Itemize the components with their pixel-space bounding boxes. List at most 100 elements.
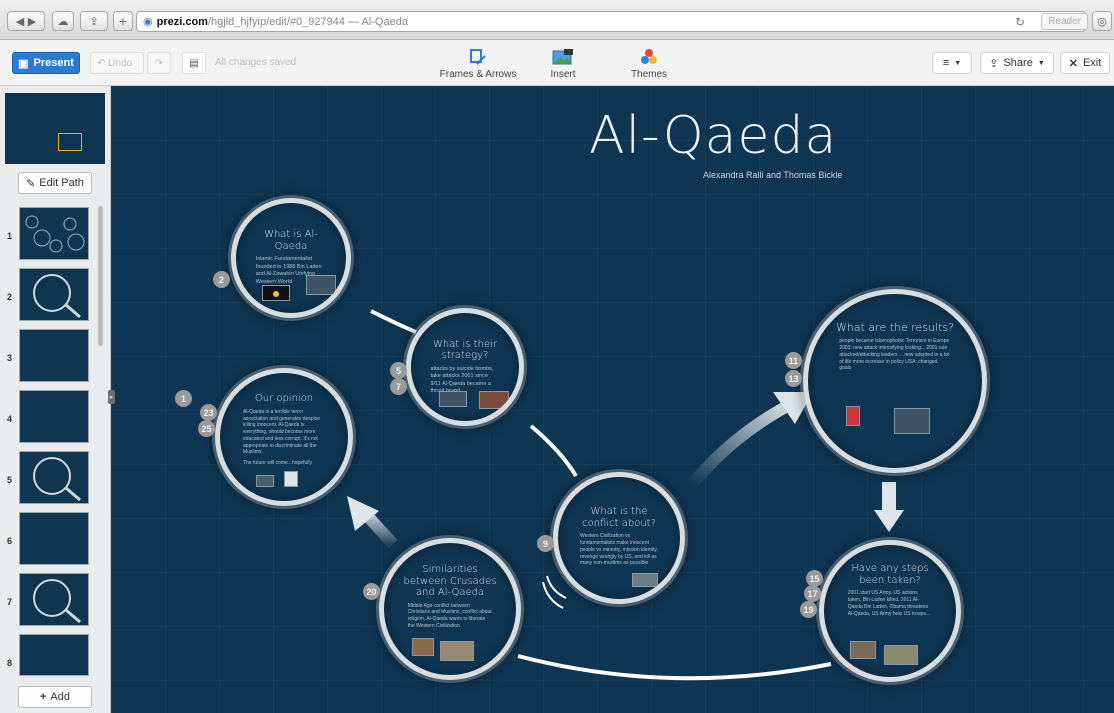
reader-button[interactable]: Reader — [1041, 13, 1088, 30]
frame-our-opinion[interactable]: Our opinion Al-Qaeda is a terrible terro… — [215, 368, 353, 506]
overview-thumbnail[interactable] — [5, 93, 105, 164]
slide-thumbnail[interactable] — [19, 329, 89, 382]
slide-preview-graphic — [33, 274, 81, 319]
slide-number: 4 — [7, 414, 13, 424]
slide-thumbnail[interactable] — [19, 207, 89, 260]
path-step-badge[interactable]: 19 — [800, 601, 817, 618]
slide-thumbnail[interactable] — [19, 512, 89, 565]
share-button[interactable]: ⇪ Share ▼ — [980, 52, 1054, 74]
prezi-canvas[interactable]: Al-Qaeda Alexandra Ralli and Thomas Bick… — [111, 86, 1114, 713]
slide-number: 6 — [7, 536, 13, 546]
slide-number: 7 — [7, 597, 13, 607]
path-step-badge[interactable]: 5 — [390, 362, 407, 379]
downloads-icon[interactable]: ◎ — [1092, 11, 1112, 31]
present-icon: ▣ — [18, 57, 29, 70]
frame-image — [439, 391, 467, 407]
themes-tool[interactable]: Themes — [604, 47, 694, 80]
frame-similarities[interactable]: Similarities between Crusades and Al-Qae… — [379, 538, 521, 680]
present-button[interactable]: ▣ Present — [12, 52, 80, 74]
frame-image — [284, 471, 298, 487]
frame-body: Western Civilization vs fundamentalists … — [579, 533, 658, 567]
collapse-sidebar-handle[interactable]: ▸ — [108, 390, 115, 404]
frame-image — [440, 641, 474, 661]
frame-strategy[interactable]: What is their strategy? attacks by suici… — [406, 308, 524, 426]
path-step-badge[interactable]: 9 — [537, 535, 554, 552]
exit-button[interactable]: ✕ Exit — [1060, 52, 1110, 74]
frame-image — [884, 645, 918, 665]
frame-title: What is the conflict about? — [582, 506, 656, 529]
slide-number: 2 — [7, 292, 13, 302]
undo-button[interactable]: ↶ Undo — [90, 52, 144, 74]
frame-results[interactable]: What are the results? people became Isla… — [803, 289, 987, 473]
redo-button[interactable]: ↷ — [147, 52, 171, 74]
url-bar[interactable]: ◉ prezi.com /hgjld_hjfyip/edit/#0_927944… — [136, 11, 1086, 32]
sidebar-scrollbar[interactable] — [98, 206, 103, 346]
path-step-badge[interactable]: 25 — [198, 420, 215, 437]
frame-image — [306, 275, 336, 295]
path-step-badge[interactable]: 7 — [390, 378, 407, 395]
frames-arrows-tool[interactable]: Frames & Arrows — [433, 47, 523, 80]
slide-thumbnail[interactable] — [19, 390, 89, 443]
globe-icon: ◉ — [143, 16, 153, 28]
insert-tool[interactable]: Insert — [518, 47, 608, 80]
present-label: Present — [33, 57, 74, 69]
add-slide-button[interactable]: + Add — [18, 686, 92, 708]
share-label: Share — [1003, 57, 1033, 69]
edit-path-button[interactable]: ✎ Edit Path — [18, 172, 92, 194]
slide-thumbnail[interactable] — [19, 451, 89, 504]
path-step-badge[interactable]: 1 — [175, 390, 192, 407]
slide-thumbnail[interactable] — [19, 573, 89, 626]
image-highlight — [273, 291, 279, 297]
frame-image — [412, 638, 434, 656]
frame-body: people became Islamophobic Terrorism in … — [839, 338, 950, 372]
undo-icon: ↶ — [97, 57, 106, 69]
back-forward-buttons[interactable]: ◀ ▶ — [7, 11, 45, 31]
slide-preview-graphic — [33, 579, 81, 624]
frame-steps-taken[interactable]: Have any steps been taken? 2001 start US… — [819, 540, 961, 682]
hamburger-icon: ≡ — [942, 57, 950, 69]
browser-toolbar: ◀ ▶ ☁ ⇪ + ◉ prezi.com /hgjld_hjfyip/edit… — [0, 0, 1114, 40]
frame-title: Our opinion — [254, 393, 314, 405]
insert-label: Insert — [550, 69, 576, 80]
path-step-badge[interactable]: 20 — [363, 583, 380, 600]
slide-preview-graphic — [25, 215, 85, 253]
frame-title: What are the results? — [836, 320, 954, 334]
icloud-icon[interactable]: ☁ — [52, 11, 74, 31]
reload-icon[interactable]: ↻ — [1015, 15, 1025, 29]
share-page-icon[interactable]: ⇪ — [80, 11, 108, 31]
exit-label: Exit — [1082, 57, 1102, 69]
frames-arrows-label: Frames & Arrows — [439, 69, 517, 80]
new-tab-icon[interactable]: + — [113, 11, 133, 31]
slide-thumbnail[interactable] — [19, 634, 89, 676]
slide-number: 3 — [7, 353, 13, 363]
path-step-badge[interactable]: 2 — [213, 271, 230, 288]
redo-icon: ↷ — [154, 57, 164, 69]
path-step-badge[interactable]: 13 — [785, 370, 802, 387]
frame-image — [846, 406, 860, 426]
url-host: prezi.com — [156, 15, 208, 28]
frame-title: What is their strategy? — [433, 338, 497, 362]
slide-preview-graphic — [33, 457, 81, 502]
frame-title: Similarities between Crusades and Al-Qae… — [403, 564, 497, 599]
caret-down-icon: ▼ — [954, 59, 962, 67]
path-step-badge[interactable]: 17 — [804, 585, 821, 602]
share-icon: ⇪ — [989, 57, 999, 70]
frame-conflict[interactable]: What is the conflict about? Western Civi… — [553, 472, 685, 604]
save-button[interactable]: ▤ — [182, 52, 206, 74]
frames-arrows-icon — [433, 47, 523, 67]
save-icon: ▤ — [189, 57, 199, 69]
frame-title: What is Al-Qaeda — [264, 229, 318, 252]
edit-path-label: Edit Path — [39, 177, 84, 189]
close-icon: ✕ — [1068, 57, 1078, 70]
path-step-badge[interactable]: 11 — [785, 352, 802, 369]
url-path: /hgjld_hjfyip/edit/#0_927944 — Al-Qaeda — [207, 15, 408, 28]
frame-body: 2001 start US Army, US actions taken, Bi… — [847, 590, 931, 617]
frame-image — [632, 573, 658, 587]
frame-body: Middle Age conflict between Christians a… — [407, 602, 492, 629]
slide-thumbnail[interactable] — [19, 268, 89, 321]
frame-what-is-al-qaeda[interactable]: What is Al-Qaeda Islamic Fundamentalist … — [231, 198, 351, 318]
path-step-badge[interactable]: 23 — [200, 404, 217, 421]
frame-body: Al-Qaeda is a terrible terror associatio… — [243, 408, 321, 456]
frame-footer: The future will come...hopefully — [243, 460, 312, 467]
menu-button[interactable]: ≡ ▼ — [932, 52, 972, 74]
